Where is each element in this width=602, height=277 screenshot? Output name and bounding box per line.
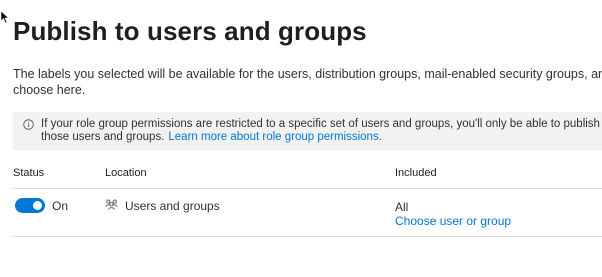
column-header-included: Included: [395, 167, 437, 179]
toggle-knob: [33, 201, 42, 210]
choose-user-or-group-link[interactable]: Choose user or group: [395, 214, 511, 228]
info-text-line-2: those users and groups. Learn more about …: [41, 131, 602, 144]
location-label: Users and groups: [125, 199, 220, 213]
included-value: All: [395, 200, 409, 214]
users-group-icon: [105, 199, 118, 210]
info-text-line-2-body: those users and groups.: [41, 131, 165, 143]
status-toggle[interactable]: [15, 198, 45, 213]
info-icon: [23, 119, 34, 130]
mouse-cursor-icon: [0, 10, 10, 24]
description-line-2: choose here.: [13, 83, 86, 97]
info-message-text: If your role group permissions are restr…: [41, 118, 602, 144]
row-divider: [13, 236, 602, 237]
role-group-permissions-link[interactable]: Learn more about role group permissions.: [168, 131, 382, 143]
header-divider: [13, 188, 602, 189]
page-title: Publish to users and groups: [13, 16, 367, 46]
info-message-bar: If your role group permissions are restr…: [13, 112, 602, 150]
publish-page: Publish to users and groups The labels y…: [0, 0, 602, 277]
info-text-line-1: If your role group permissions are restr…: [41, 118, 602, 130]
description-line-1: The labels you selected will be availabl…: [13, 67, 602, 81]
column-header-location: Location: [105, 167, 147, 179]
status-toggle-label: On: [52, 199, 69, 213]
column-header-status: Status: [13, 167, 45, 179]
page-description: The labels you selected will be availabl…: [13, 66, 602, 98]
